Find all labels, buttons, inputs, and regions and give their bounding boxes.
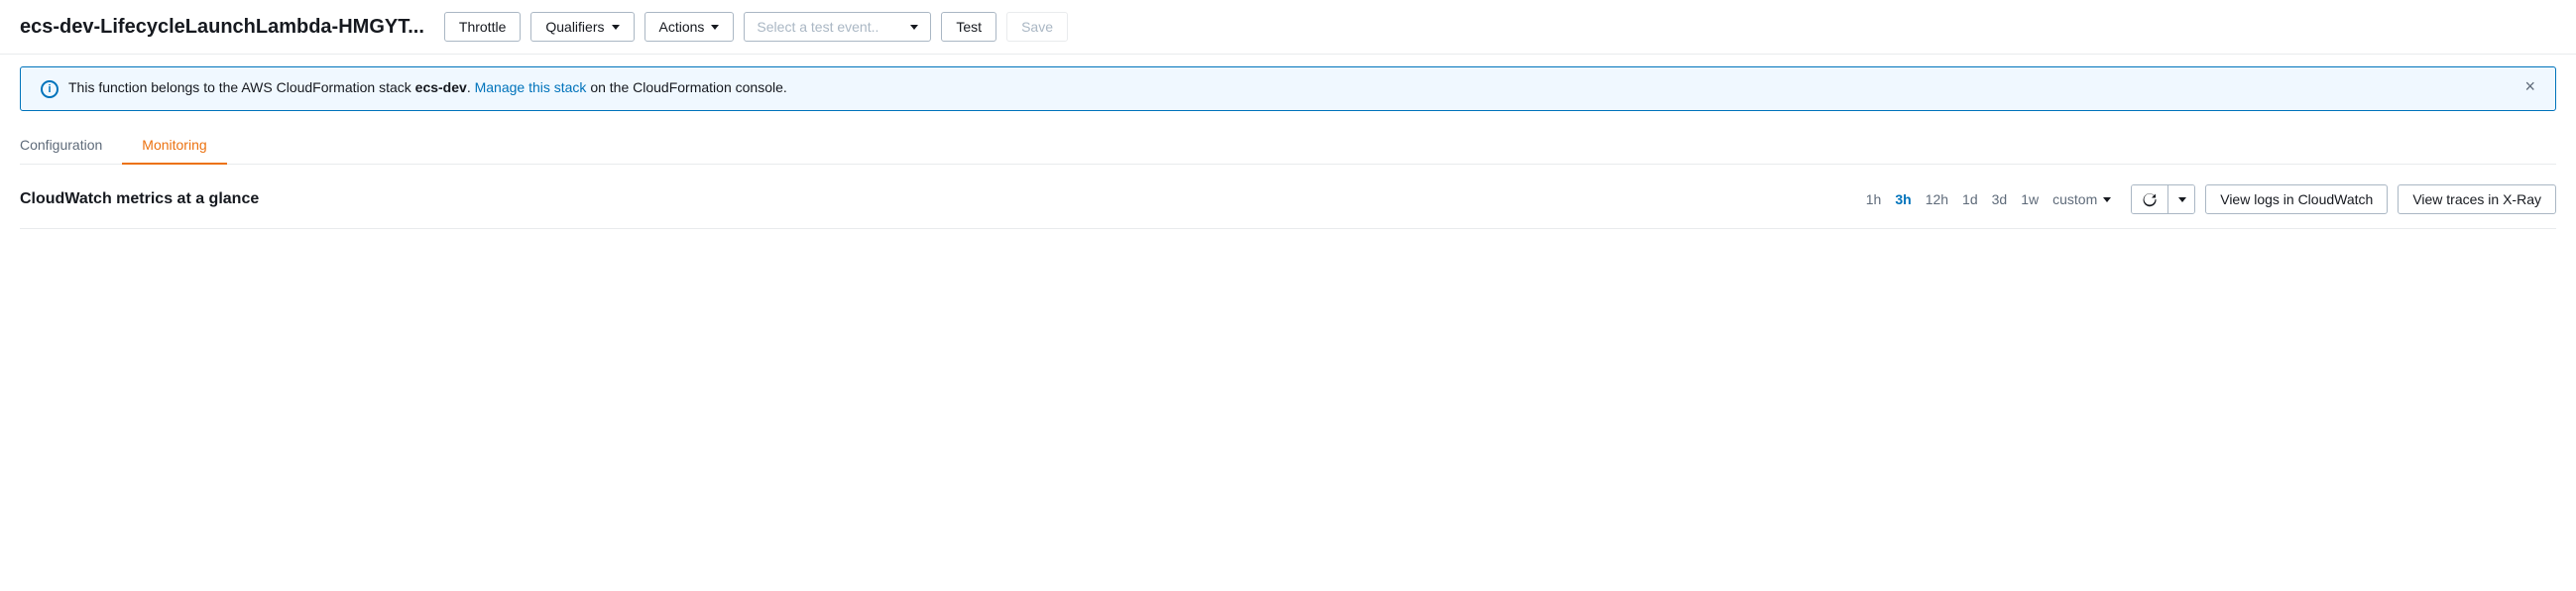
notification-text: This function belongs to the AWS CloudFo… <box>68 79 2535 95</box>
throttle-button[interactable]: Throttle <box>444 12 521 42</box>
notification-banner: i This function belongs to the AWS Cloud… <box>20 66 2556 111</box>
notification-text-middle: . <box>467 79 475 95</box>
tab-monitoring[interactable]: Monitoring <box>122 127 226 165</box>
view-logs-button[interactable]: View logs in CloudWatch <box>2205 184 2388 214</box>
manage-stack-link[interactable]: Manage this stack <box>475 79 587 95</box>
metrics-header: CloudWatch metrics at a glance 1h 3h 12h… <box>20 184 2556 214</box>
save-button[interactable]: Save <box>1006 12 1068 42</box>
tab-monitoring-label: Monitoring <box>142 137 206 153</box>
custom-label: custom <box>2052 191 2097 207</box>
content-area: CloudWatch metrics at a glance 1h 3h 12h… <box>0 165 2576 214</box>
refresh-dropdown-button[interactable] <box>2168 185 2194 213</box>
time-option-3h[interactable]: 3h <box>1895 191 1911 207</box>
info-icon: i <box>41 80 59 98</box>
test-event-select[interactable]: Select a test event.. <box>744 12 931 42</box>
notification-text-before: This function belongs to the AWS CloudFo… <box>68 79 415 95</box>
time-option-1w[interactable]: 1w <box>2021 191 2039 207</box>
time-option-12h[interactable]: 12h <box>1926 191 1948 207</box>
qualifiers-button[interactable]: Qualifiers <box>530 12 634 42</box>
time-option-1h[interactable]: 1h <box>1866 191 1882 207</box>
notification-close-button[interactable]: × <box>2520 77 2539 95</box>
metrics-title: CloudWatch metrics at a glance <box>20 190 259 208</box>
actions-label: Actions <box>659 19 705 35</box>
time-range-controls: 1h 3h 12h 1d 3d 1w custom <box>1866 191 2111 207</box>
test-event-chevron-icon <box>910 25 918 30</box>
notification-text-after: on the CloudFormation console. <box>586 79 786 95</box>
refresh-chevron-icon <box>2178 197 2186 202</box>
test-button[interactable]: Test <box>941 12 996 42</box>
qualifiers-label: Qualifiers <box>545 19 604 35</box>
content-divider <box>20 228 2556 229</box>
tab-configuration-label: Configuration <box>20 137 102 153</box>
refresh-icon <box>2142 191 2158 207</box>
stack-name: ecs-dev <box>415 79 467 95</box>
custom-chevron-icon <box>2103 197 2111 202</box>
qualifiers-chevron-icon <box>612 25 620 30</box>
function-title: ecs-dev-LifecycleLaunchLambda-HMGYT... <box>20 16 424 39</box>
header-bar: ecs-dev-LifecycleLaunchLambda-HMGYT... T… <box>0 0 2576 55</box>
refresh-group <box>2131 184 2195 214</box>
time-option-1d[interactable]: 1d <box>1962 191 1978 207</box>
test-event-placeholder: Select a test event.. <box>757 19 878 35</box>
custom-dropdown[interactable]: custom <box>2052 191 2111 207</box>
actions-button[interactable]: Actions <box>644 12 735 42</box>
tabs-container: Configuration Monitoring <box>20 127 2556 165</box>
refresh-button[interactable] <box>2132 185 2168 213</box>
time-option-3d[interactable]: 3d <box>1992 191 2008 207</box>
metrics-actions: 1h 3h 12h 1d 3d 1w custom <box>1866 184 2556 214</box>
view-traces-button[interactable]: View traces in X-Ray <box>2398 184 2556 214</box>
actions-chevron-icon <box>711 25 719 30</box>
tab-configuration[interactable]: Configuration <box>20 127 122 165</box>
